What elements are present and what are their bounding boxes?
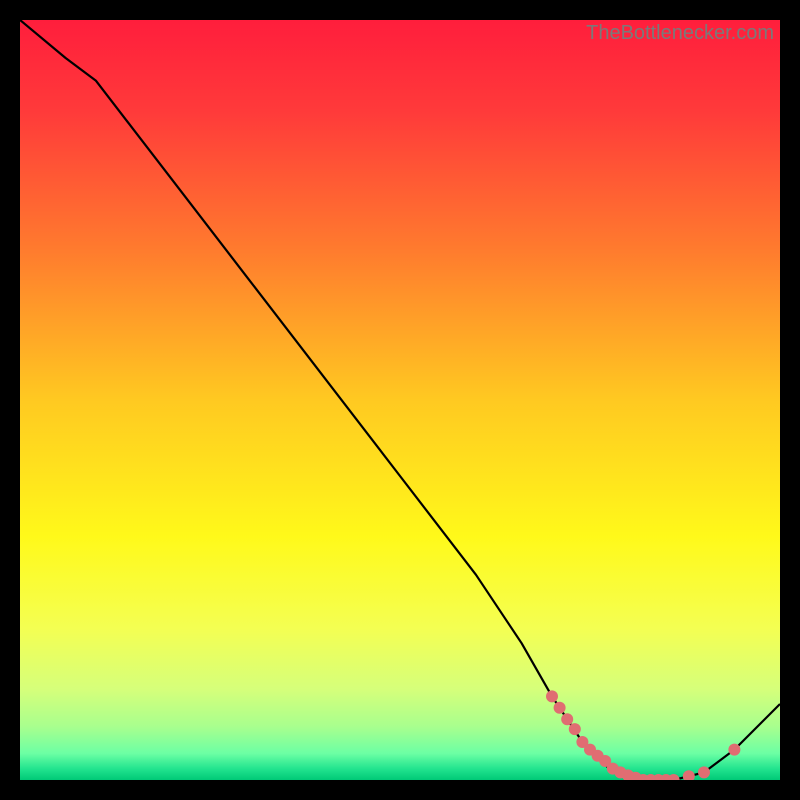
highlight-dot xyxy=(569,723,581,735)
highlight-dot xyxy=(561,713,573,725)
highlight-dot xyxy=(554,702,566,714)
watermark-label: TheBottlenecker.com xyxy=(586,22,774,45)
chart-frame: TheBottlenecker.com xyxy=(20,20,780,780)
highlight-dot xyxy=(546,690,558,702)
highlight-dot xyxy=(728,744,740,756)
gradient-background xyxy=(20,20,780,780)
highlight-dot xyxy=(698,766,710,778)
chart-canvas xyxy=(20,20,780,780)
